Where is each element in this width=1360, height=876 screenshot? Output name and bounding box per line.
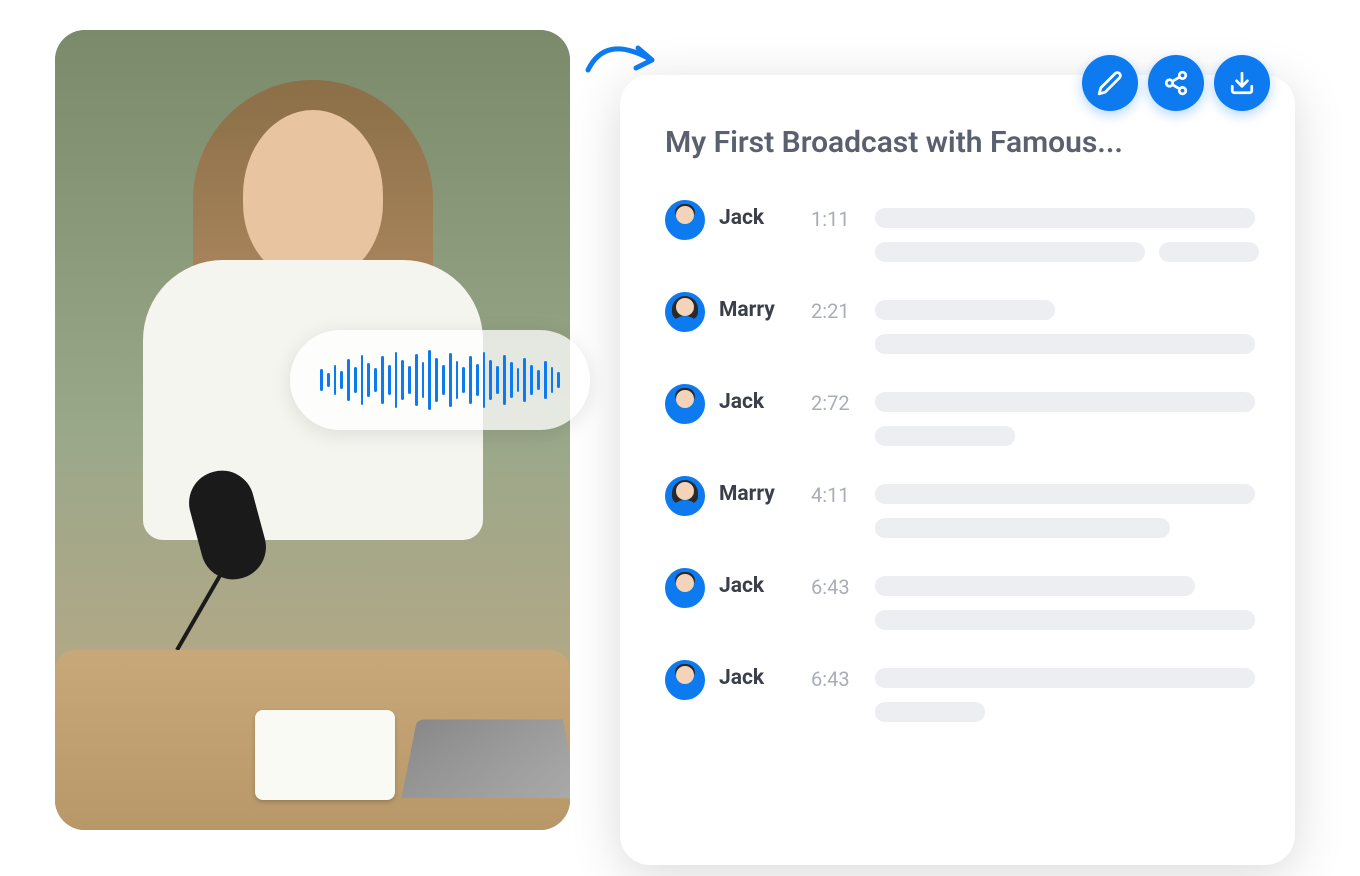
microphone-icon bbox=[175, 470, 255, 650]
speaker-name: Jack bbox=[719, 206, 797, 230]
speaker-name: Marry bbox=[719, 298, 797, 322]
share-icon bbox=[1163, 70, 1189, 96]
pencil-icon bbox=[1097, 70, 1123, 96]
speaker-avatar bbox=[665, 200, 705, 240]
speaker-avatar bbox=[665, 384, 705, 424]
speaker-name: Jack bbox=[719, 574, 797, 598]
transcript-row: Jack 2:72 bbox=[665, 384, 1250, 446]
transcript-row: Marry 4:11 bbox=[665, 476, 1250, 538]
transcript-title: My First Broadcast with Famous... bbox=[665, 125, 1250, 160]
transcript-list: Jack 1:11 Marry 2:21 Jack 2:72 Marry 4:11 Jack 6:… bbox=[665, 200, 1250, 722]
speaker-avatar bbox=[665, 660, 705, 700]
transcript-row: Jack 6:43 bbox=[665, 660, 1250, 722]
transcript-text-placeholder bbox=[875, 484, 1255, 538]
transcript-text-placeholder bbox=[875, 668, 1255, 722]
speaker-avatar bbox=[665, 476, 705, 516]
flow-arrow-icon bbox=[580, 30, 670, 85]
transcript-text-placeholder bbox=[875, 392, 1255, 446]
desk bbox=[55, 650, 570, 830]
timestamp: 6:43 bbox=[811, 667, 861, 691]
transcript-text-placeholder bbox=[875, 208, 1259, 262]
download-icon bbox=[1229, 70, 1255, 96]
photo-scene bbox=[55, 30, 570, 830]
speaker-name: Jack bbox=[719, 390, 797, 414]
timestamp: 2:72 bbox=[811, 391, 861, 415]
edit-button[interactable] bbox=[1082, 55, 1138, 111]
download-button[interactable] bbox=[1214, 55, 1270, 111]
speaker-name: Marry bbox=[719, 482, 797, 506]
notepad bbox=[255, 710, 395, 800]
transcript-card: My First Broadcast with Famous... Jack 1:… bbox=[620, 75, 1295, 865]
transcript-row: Jack 1:11 bbox=[665, 200, 1250, 262]
laptop bbox=[401, 720, 570, 799]
transcript-row: Marry 2:21 bbox=[665, 292, 1250, 354]
transcript-text-placeholder bbox=[875, 300, 1255, 354]
transcript-row: Jack 6:43 bbox=[665, 568, 1250, 630]
timestamp: 1:11 bbox=[811, 207, 861, 231]
speaker-avatar bbox=[665, 292, 705, 332]
broadcaster-photo bbox=[55, 30, 570, 830]
timestamp: 2:21 bbox=[811, 299, 861, 323]
audio-waveform bbox=[290, 330, 590, 430]
action-button-group bbox=[1082, 55, 1270, 111]
timestamp: 4:11 bbox=[811, 483, 861, 507]
timestamp: 6:43 bbox=[811, 575, 861, 599]
transcript-text-placeholder bbox=[875, 576, 1255, 630]
speaker-name: Jack bbox=[719, 666, 797, 690]
speaker-avatar bbox=[665, 568, 705, 608]
share-button[interactable] bbox=[1148, 55, 1204, 111]
